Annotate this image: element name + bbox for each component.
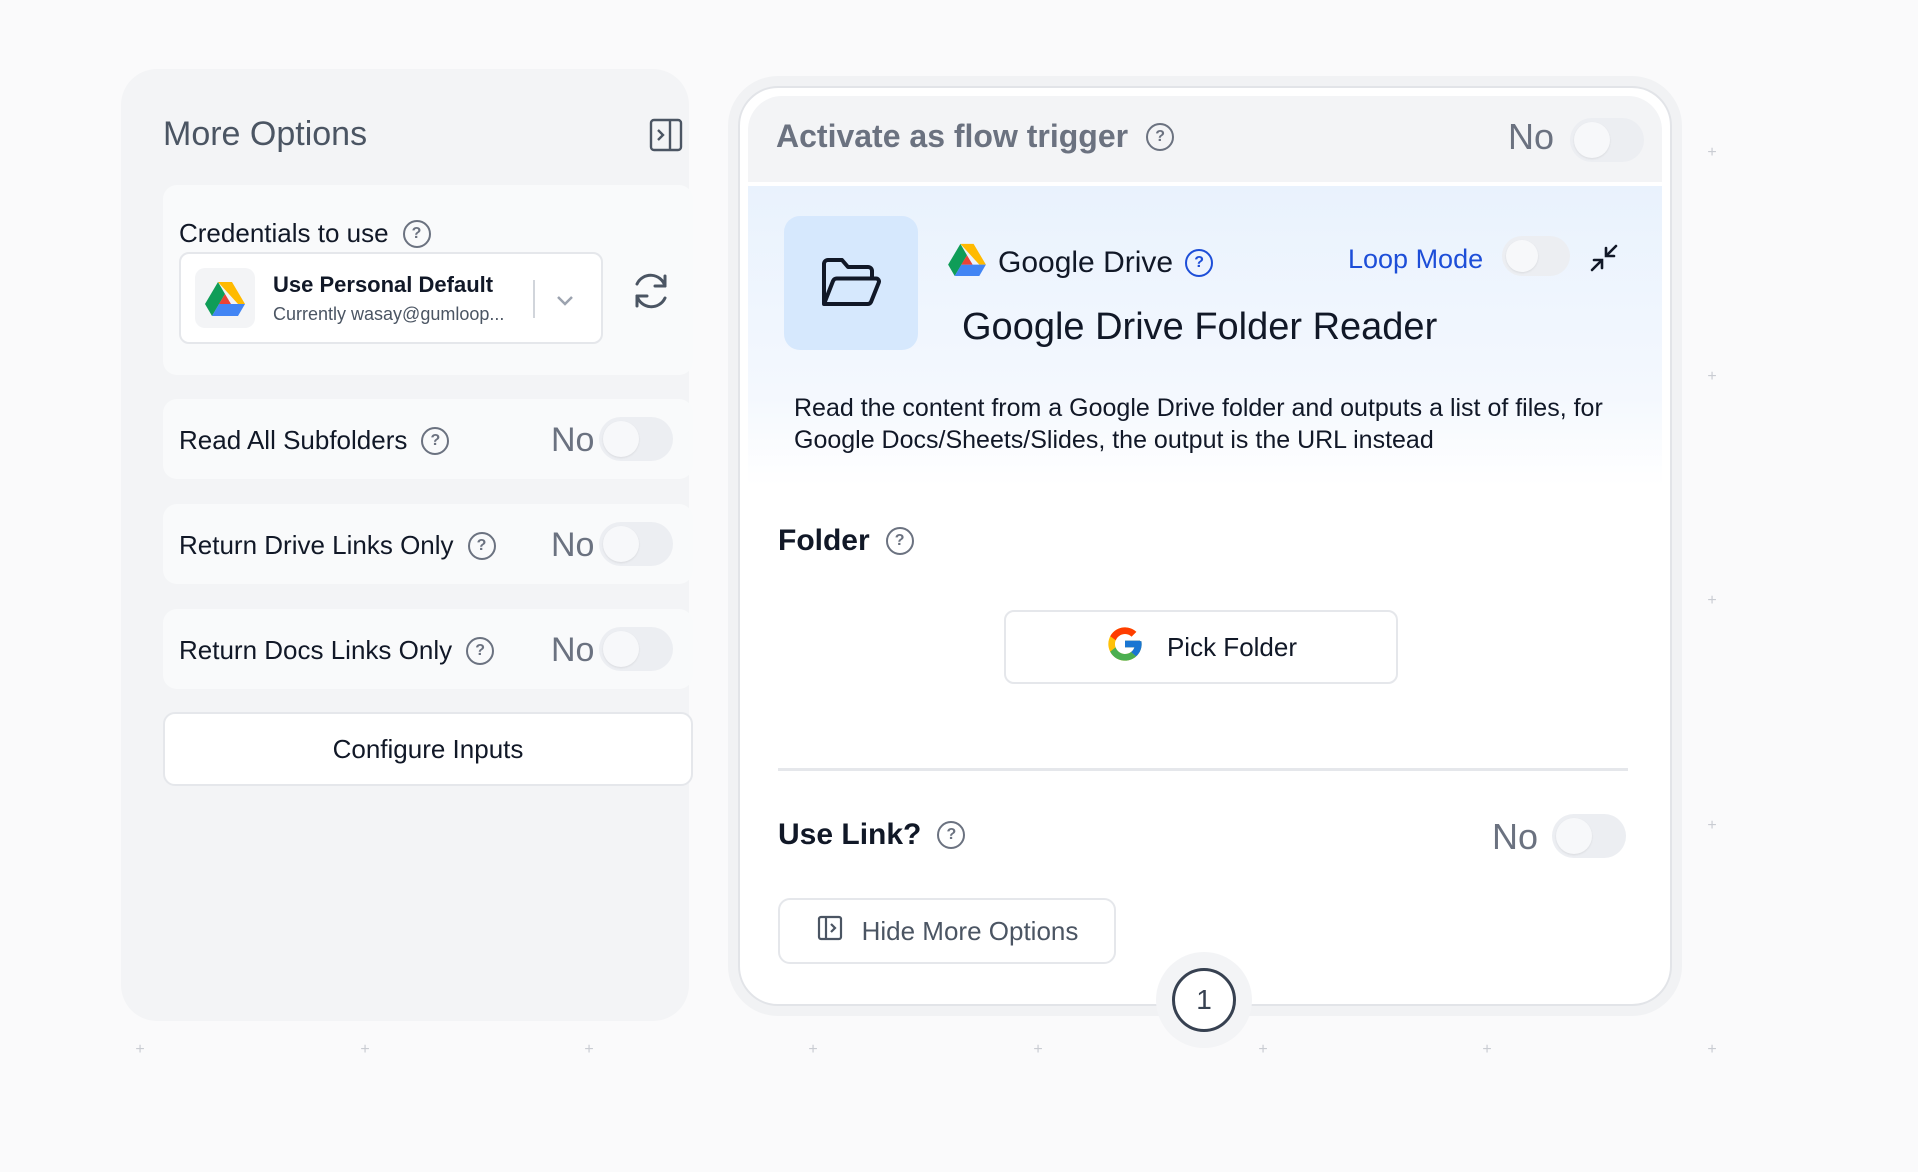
credentials-account: Currently wasay@gumloop... (273, 304, 505, 324)
pick-folder-button[interactable]: Pick Folder (1004, 610, 1398, 684)
help-icon[interactable]: ? (937, 821, 966, 849)
section-divider (778, 768, 1628, 771)
read-all-subfolders-value: No (551, 421, 595, 459)
grid-plus-marker: + (1707, 144, 1717, 161)
credentials-select[interactable]: Use Personal Default Currently wasay@gum… (179, 252, 603, 344)
credentials-selected-value: Use Personal Default (273, 272, 494, 297)
read-all-subfolders-toggle[interactable] (599, 417, 673, 461)
return-drive-links-toggle[interactable] (599, 522, 673, 566)
flow-trigger-bar: Activate as flow trigger ? No (748, 96, 1662, 182)
flow-trigger-label-row: Activate as flow trigger ? (776, 118, 1175, 155)
grid-plus-marker: + (1482, 1041, 1492, 1058)
service-row: Google Drive ? (948, 242, 1214, 284)
canvas: + + + + + + + + + + + + More Options Cre… (0, 0, 1918, 1172)
sidebar-collapse-icon[interactable] (648, 117, 684, 153)
pick-folder-label: Pick Folder (1166, 631, 1298, 662)
return-drive-links-label: Return Drive Links Only (179, 530, 454, 560)
grid-plus-marker: + (135, 1041, 145, 1058)
google-drive-icon (195, 268, 255, 328)
return-docs-links-toggle[interactable] (599, 627, 673, 671)
refresh-icon[interactable] (629, 269, 673, 313)
grid-plus-marker: + (360, 1041, 370, 1058)
node-title: Google Drive Folder Reader (962, 306, 1438, 348)
return-docs-links-label-row: Return Docs Links Only ? (179, 635, 495, 666)
collapse-arrows-icon[interactable] (1588, 242, 1620, 274)
return-drive-links-label-row: Return Drive Links Only ? (179, 530, 496, 561)
help-icon[interactable]: ? (467, 531, 496, 560)
help-icon[interactable]: ? (1146, 122, 1175, 151)
grid-plus-marker: + (1707, 592, 1717, 609)
configure-inputs-button[interactable]: Configure Inputs (163, 712, 693, 786)
use-link-toggle[interactable] (1552, 814, 1626, 858)
folder-label-row: Folder ? (778, 524, 914, 558)
grid-plus-marker: + (808, 1041, 818, 1058)
grid-plus-marker: + (1033, 1041, 1043, 1058)
select-divider (533, 280, 535, 318)
more-options-panel: More Options Credentials to use ? Use Pe… (121, 69, 693, 1021)
node-number-badge[interactable]: 1 (1172, 968, 1236, 1032)
hide-more-options-label: Hide More Options (861, 915, 1079, 946)
read-all-subfolders-label-row: Read All Subfolders ? (179, 425, 450, 456)
grid-plus-marker: + (1707, 1041, 1717, 1058)
hide-more-options-button[interactable]: Hide More Options (778, 898, 1116, 964)
node-header: Google Drive ? Loop Mode Google Drive Fo… (748, 186, 1662, 486)
use-link-label: Use Link? (778, 818, 922, 851)
grid-plus-marker: + (1707, 368, 1717, 385)
folder-label: Folder (778, 524, 870, 557)
grid-plus-marker: + (1707, 817, 1717, 834)
return-drive-links-row: Return Drive Links Only ? No (163, 504, 693, 584)
return-docs-links-label: Return Docs Links Only (179, 635, 453, 665)
grid-plus-marker: + (1258, 1041, 1268, 1058)
google-g-icon (1105, 624, 1145, 671)
more-options-title: More Options (163, 115, 368, 153)
return-drive-links-value: No (551, 526, 595, 564)
panel-icon (816, 914, 844, 949)
read-all-subfolders-label: Read All Subfolders (179, 425, 408, 455)
help-icon[interactable]: ? (402, 219, 431, 248)
service-name: Google Drive (998, 246, 1174, 279)
node-description: Read the content from a Google Drive fol… (794, 394, 1603, 454)
loop-mode-toggle[interactable] (1502, 236, 1570, 276)
flow-trigger-toggle[interactable] (1570, 118, 1644, 162)
help-icon[interactable]: ? (466, 636, 495, 665)
google-drive-icon (948, 242, 986, 284)
return-docs-links-row: Return Docs Links Only ? No (163, 609, 693, 689)
flow-trigger-value: No (1508, 116, 1555, 157)
help-icon[interactable]: ? (421, 426, 450, 455)
credentials-label-row: Credentials to use ? (179, 218, 431, 249)
help-icon[interactable]: ? (1185, 249, 1214, 277)
loop-mode-label[interactable]: Loop Mode (1348, 244, 1483, 275)
use-link-value: No (1492, 816, 1539, 857)
folder-open-icon (784, 216, 918, 350)
chevron-down-icon[interactable] (553, 288, 577, 312)
use-link-label-row: Use Link? ? (778, 818, 966, 852)
return-docs-links-value: No (551, 631, 595, 669)
google-drive-folder-reader-node: Activate as flow trigger ? No Google Dri… (738, 86, 1672, 1006)
grid-plus-marker: + (584, 1041, 594, 1058)
read-all-subfolders-row: Read All Subfolders ? No (163, 399, 693, 479)
flow-trigger-label: Activate as flow trigger (776, 118, 1129, 154)
help-icon[interactable]: ? (885, 527, 914, 555)
credentials-label: Credentials to use (179, 218, 389, 248)
credentials-card: Credentials to use ? Use Personal Defaul… (163, 185, 693, 375)
